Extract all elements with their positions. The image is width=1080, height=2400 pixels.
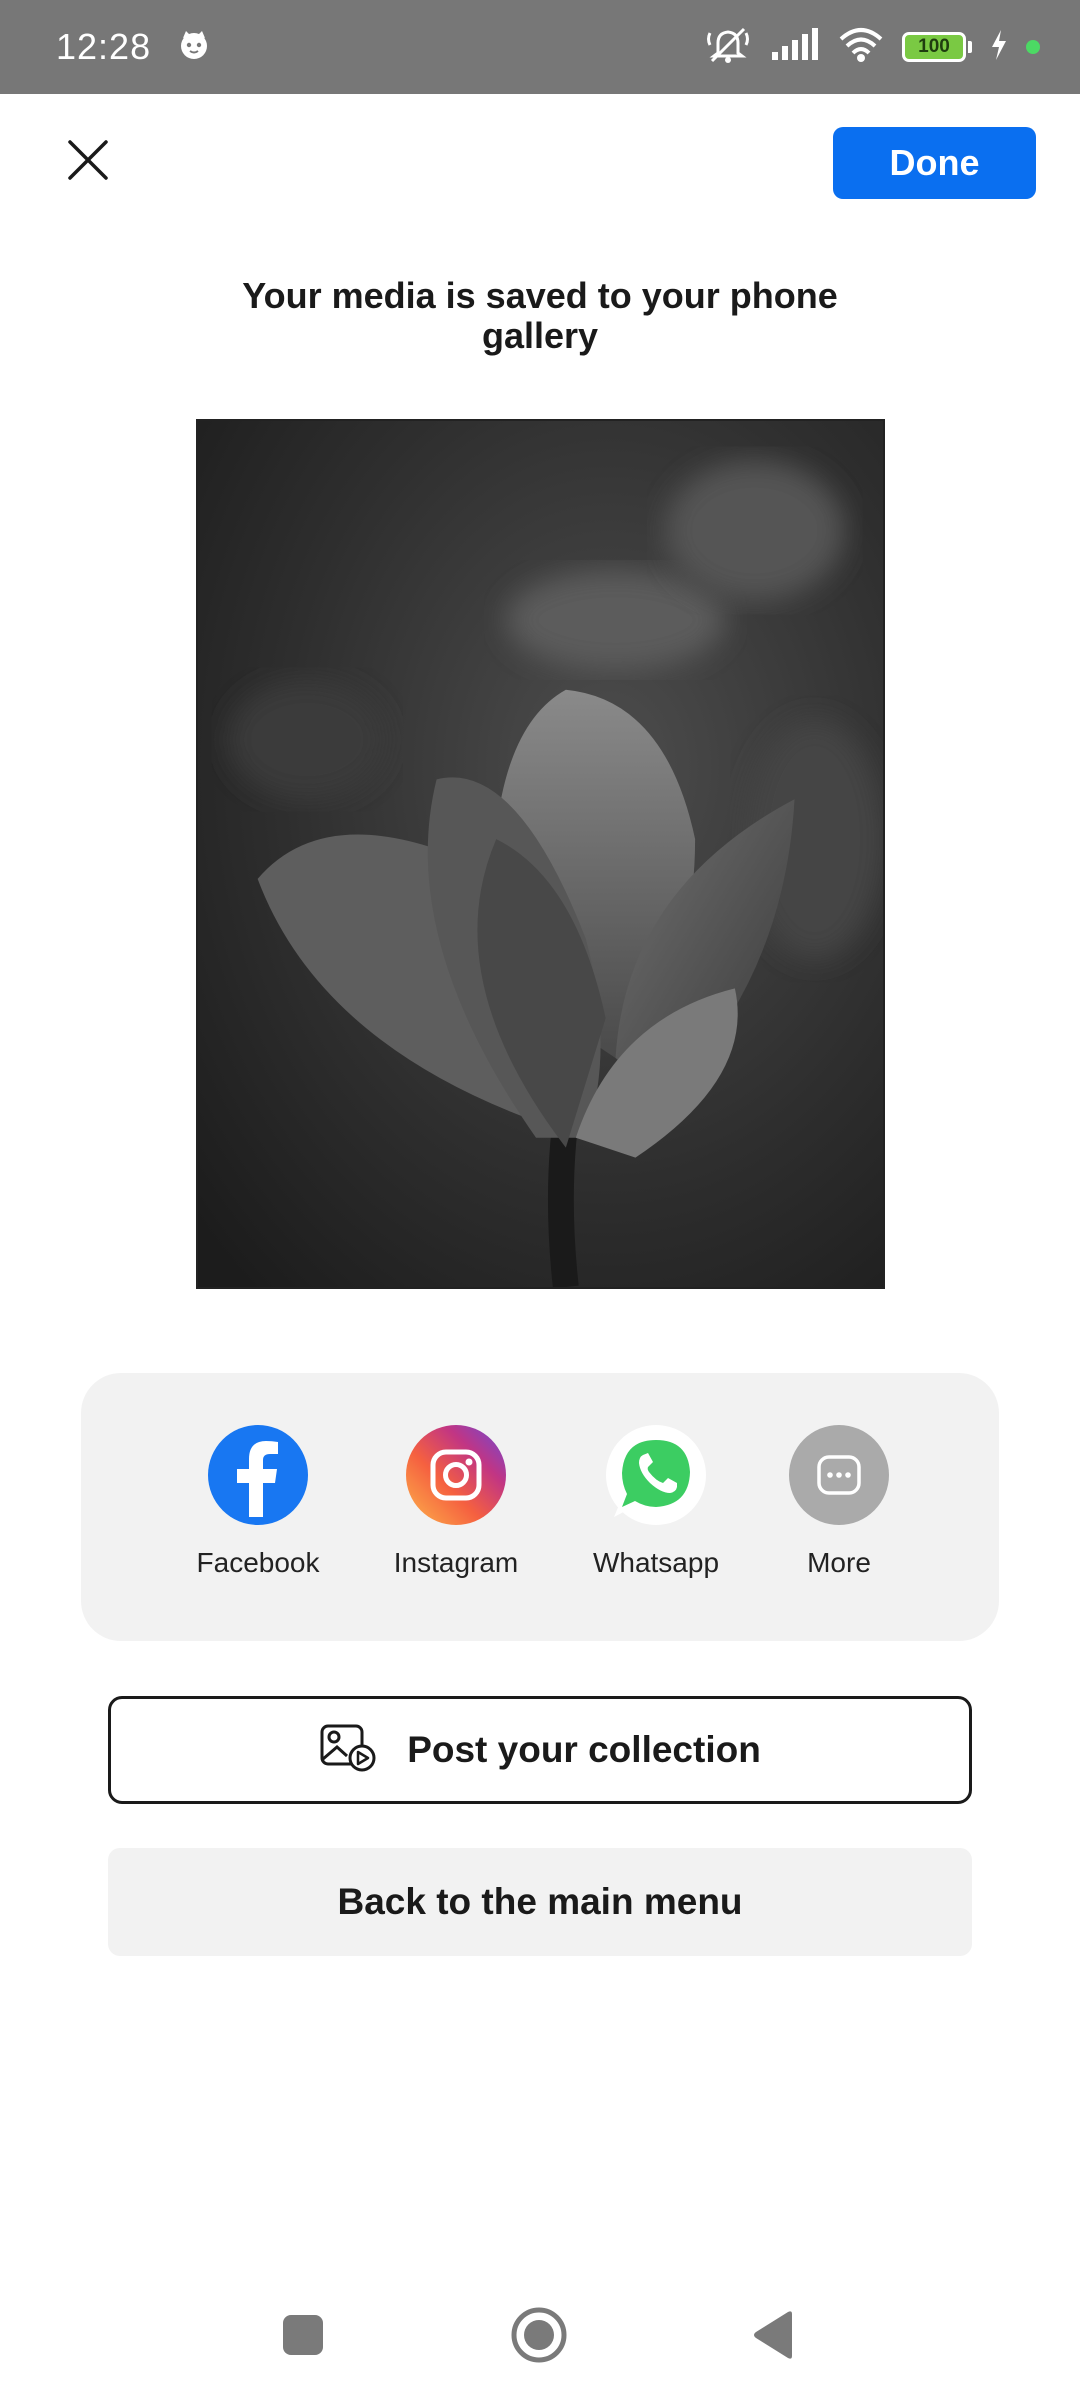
cat-notification-icon xyxy=(177,28,211,67)
muted-icon xyxy=(706,25,752,70)
share-whatsapp[interactable]: Whatsapp xyxy=(561,1425,751,1579)
close-button[interactable] xyxy=(56,128,120,192)
system-nav-bar xyxy=(0,2280,1080,2390)
home-icon xyxy=(511,2307,567,2363)
facebook-icon xyxy=(208,1425,308,1525)
battery-icon: 100 xyxy=(902,32,972,62)
share-label-more: More xyxy=(807,1547,871,1578)
close-icon xyxy=(68,140,108,180)
back-to-main-menu-label: Back to the main menu xyxy=(337,1881,743,1922)
screen: 12:28 100 Done Your media is saved to yo… xyxy=(0,0,1080,2400)
instagram-icon xyxy=(406,1425,506,1525)
share-label-instagram: Instagram xyxy=(393,1547,519,1578)
status-left: 12:28 xyxy=(56,26,211,68)
battery-tip xyxy=(968,41,972,53)
share-label-whatsapp: Whatsapp xyxy=(592,1547,720,1578)
recents-button[interactable] xyxy=(263,2300,343,2370)
battery-level: 100 xyxy=(902,32,966,62)
back-icon xyxy=(754,2311,792,2359)
post-collection-label: Post your collection xyxy=(407,1729,761,1770)
share-more[interactable]: More xyxy=(744,1425,934,1579)
saved-photo xyxy=(196,419,885,1289)
share-facebook[interactable]: Facebook xyxy=(163,1425,353,1579)
status-time: 12:28 xyxy=(56,26,152,67)
share-card: Facebook Instagram Whatsapp More xyxy=(81,1373,999,1641)
status-bar: 12:28 100 xyxy=(0,0,1080,94)
saved-headline: Your media is saved to your phone galler… xyxy=(242,275,838,356)
charging-dot xyxy=(1026,40,1040,54)
back-button[interactable] xyxy=(734,2300,814,2370)
magnolia-image xyxy=(198,421,883,1287)
post-collection-button[interactable]: Post your collection xyxy=(108,1696,972,1804)
charging-icon xyxy=(990,29,1008,65)
signal-icon xyxy=(770,27,820,67)
back-to-main-menu-button[interactable]: Back to the main menu xyxy=(108,1848,972,1956)
more-icon xyxy=(789,1425,889,1525)
wifi-icon xyxy=(838,27,884,68)
gallery-video-icon xyxy=(319,1723,377,1778)
done-button[interactable]: Done xyxy=(833,127,1036,199)
status-right: 100 xyxy=(706,25,1040,70)
home-button[interactable] xyxy=(499,2300,579,2370)
share-label-facebook: Facebook xyxy=(196,1547,320,1578)
whatsapp-icon xyxy=(606,1425,706,1525)
recents-icon xyxy=(283,2315,323,2355)
share-instagram[interactable]: Instagram xyxy=(361,1425,551,1579)
